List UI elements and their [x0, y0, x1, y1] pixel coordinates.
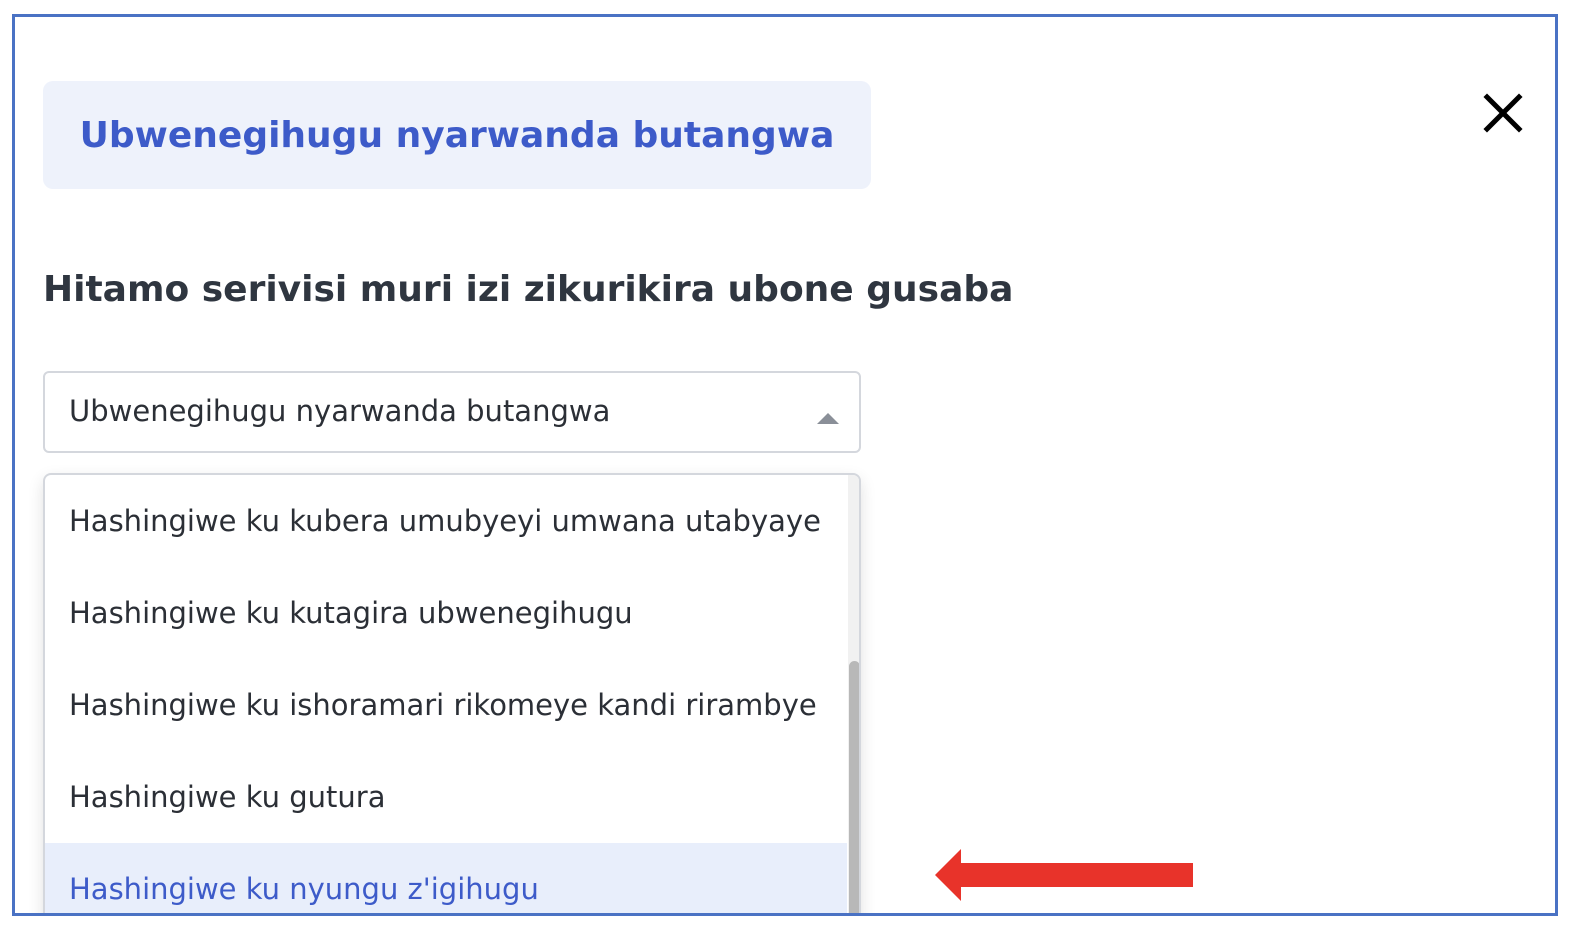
service-dropdown-list: Hashingiwe ku kubera umubyeyi umwana uta…	[43, 473, 861, 913]
red-arrow-left-icon	[935, 849, 1193, 901]
screenshot-frame: Ubwenegihugu nyarwanda butangwa Hitamo s…	[12, 14, 1558, 916]
dropdown-option-label: Hashingiwe ku gutura	[69, 780, 386, 814]
dropdown-option-label: Hashingiwe ku nyungu z'igihugu	[69, 872, 539, 906]
service-select[interactable]: Ubwenegihugu nyarwanda butangwa	[43, 371, 861, 453]
dropdown-scrollbar-thumb[interactable]	[849, 661, 859, 913]
dropdown-option-highlighted[interactable]: Hashingiwe ku nyungu z'igihugu	[45, 843, 847, 913]
caret-up-icon	[817, 413, 839, 424]
service-select-value: Ubwenegihugu nyarwanda butangwa	[69, 394, 611, 428]
dropdown-option-label: Hashingiwe ku kutagira ubwenegihugu	[69, 596, 633, 630]
dropdown-option[interactable]: Hashingiwe ku kubera umubyeyi umwana uta…	[45, 475, 847, 567]
dropdown-option[interactable]: Hashingiwe ku kutagira ubwenegihugu	[45, 567, 847, 659]
close-icon	[1483, 93, 1523, 133]
service-title: Ubwenegihugu nyarwanda butangwa	[79, 114, 835, 156]
dropdown-option[interactable]: Hashingiwe ku gutura	[45, 751, 847, 843]
dropdown-option[interactable]: Hashingiwe ku ishoramari rikomeye kandi …	[45, 659, 847, 751]
dropdown-option-label: Hashingiwe ku kubera umubyeyi umwana uta…	[69, 504, 821, 538]
instruction-heading: Hitamo serivisi muri izi zikurikira ubon…	[43, 269, 1014, 310]
dropdown-option-label: Hashingiwe ku ishoramari rikomeye kandi …	[69, 688, 817, 722]
service-title-pill: Ubwenegihugu nyarwanda butangwa	[43, 81, 871, 189]
close-button[interactable]	[1479, 89, 1527, 137]
dropdown-scrollbar[interactable]	[848, 475, 859, 913]
